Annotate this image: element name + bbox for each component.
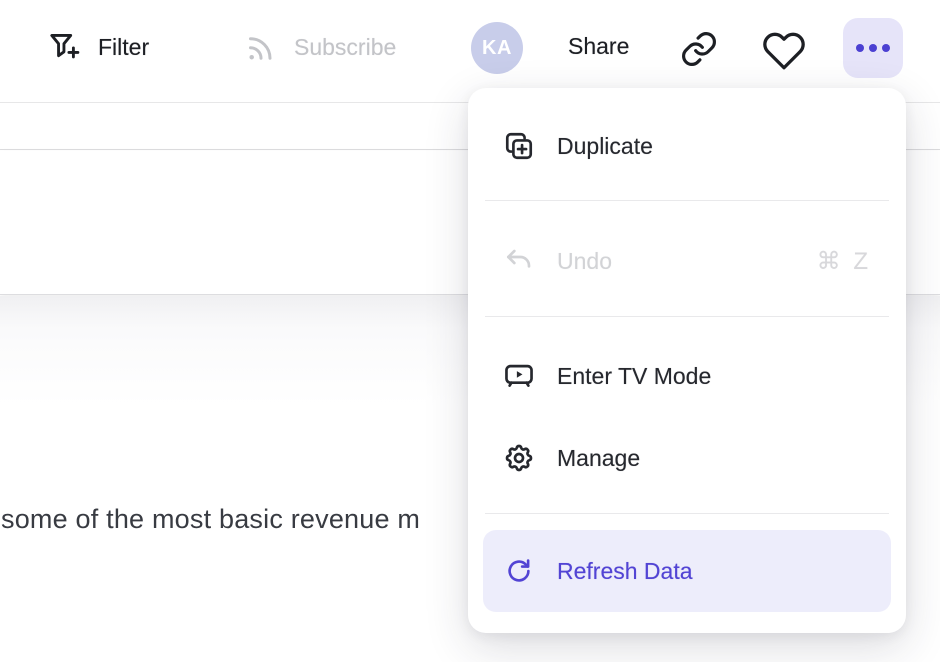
menu-item-label: Refresh Data [557,558,693,585]
tv-mode-icon [503,360,535,392]
more-actions-button[interactable] [843,18,903,78]
app-window: some of the most basic revenue m Filter … [0,0,940,662]
menu-divider [485,513,889,514]
refresh-icon [503,555,535,587]
menu-item-label: Enter TV Mode [557,363,711,390]
share-label: Share [568,33,629,60]
ellipsis-icon [856,44,864,52]
rss-icon [243,29,279,65]
duplicate-icon [503,130,535,162]
menu-item-enter-tv-mode[interactable]: Enter TV Mode [483,342,891,410]
filter-plus-icon [47,29,83,65]
menu-item-label: Duplicate [557,133,653,160]
filter-label: Filter [98,34,149,61]
menu-item-label: Manage [557,445,640,472]
menu-divider [485,200,889,201]
menu-item-duplicate[interactable]: Duplicate [483,112,891,180]
heart-icon [762,27,806,71]
share-button[interactable]: Share [568,33,629,60]
menu-item-manage[interactable]: Manage [483,424,891,492]
menu-item-label: Undo [557,248,612,275]
link-icon [679,29,719,69]
gear-icon [503,442,535,474]
subscribe-button[interactable]: Subscribe [243,29,396,65]
more-actions-menu: Duplicate Undo ⌘ Z Enter TV M [468,88,906,633]
copy-link-button[interactable] [679,29,719,69]
undo-icon [503,245,535,277]
favorite-button[interactable] [762,27,806,71]
report-body-text: some of the most basic revenue m [1,504,420,535]
menu-item-undo[interactable]: Undo ⌘ Z [483,227,891,295]
undo-shortcut: ⌘ Z [817,247,871,276]
subscribe-label: Subscribe [294,34,396,61]
filter-button[interactable]: Filter [47,29,149,65]
menu-item-refresh-data[interactable]: Refresh Data [483,530,891,612]
user-avatar[interactable]: KA [471,22,523,74]
menu-divider [485,316,889,317]
